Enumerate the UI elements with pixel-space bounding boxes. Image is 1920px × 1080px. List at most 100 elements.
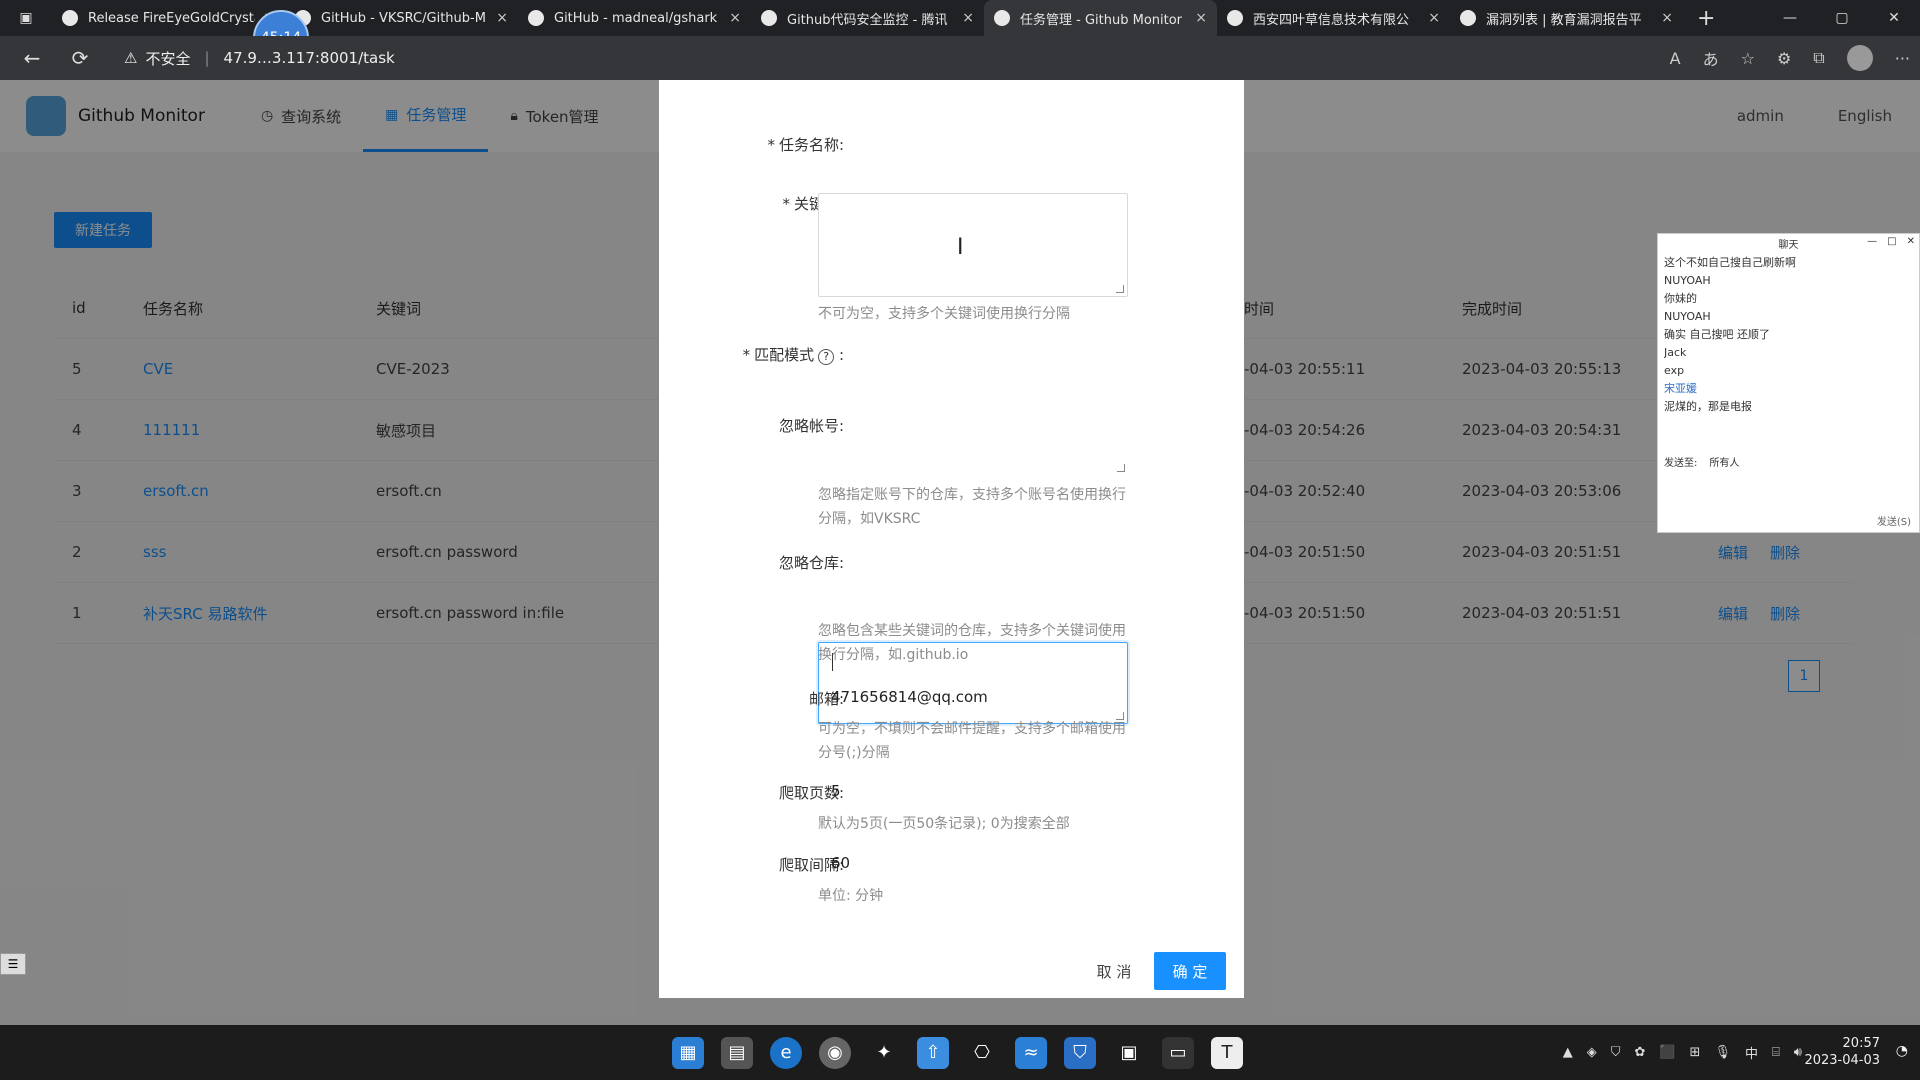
close-window-icon[interactable]: ✕ — [1868, 0, 1920, 36]
tray-icon[interactable]: ✿ — [1634, 1045, 1645, 1060]
app-icon[interactable]: ⇧ — [917, 1036, 949, 1069]
warning-icon: ⚠ — [124, 49, 138, 67]
browser-tab[interactable]: GitHub - VKSRC/Github-M × — [285, 0, 518, 36]
collections-icon[interactable]: ⧉ — [1813, 48, 1824, 68]
chat-titlebar: 聊天 — □ ✕ — [1658, 234, 1919, 252]
app-icon[interactable]: ⎔ — [966, 1037, 998, 1069]
chat-footer: 发送至: 所有人 — [1664, 454, 1739, 469]
browser-tab[interactable]: 漏洞列表 | 教育漏洞报告平 × — [1450, 0, 1683, 36]
tab-title: GitHub - VKSRC/Github-M — [321, 10, 486, 26]
app-icon[interactable]: ▣ — [1113, 1037, 1145, 1069]
microphone-icon[interactable]: 🎙︎ — [1714, 1045, 1731, 1060]
help-question-icon[interactable]: ? — [818, 349, 835, 365]
resize-handle[interactable] — [1116, 285, 1124, 293]
confirm-button[interactable]: 确 定 — [1154, 952, 1226, 990]
tab-close-icon[interactable]: × — [729, 10, 741, 26]
label-text: 任务名称: — [778, 136, 844, 154]
url-field[interactable]: ⚠ 不安全 | 47.9…3.117:8001/task — [124, 48, 395, 69]
volume-icon[interactable]: 🔊︎ — [1794, 1045, 1802, 1060]
back-arrow-icon[interactable]: ← — [8, 36, 56, 80]
required-mark: * — [742, 346, 751, 364]
browser-tab[interactable]: Github代码安全监控 - 腾讯 × — [751, 0, 984, 36]
tab-title: Release FireEyeGoldCrysta — [88, 10, 256, 26]
translate-icon[interactable]: あ — [1703, 46, 1719, 70]
start-icon[interactable]: ▦ — [672, 1036, 704, 1069]
chat-send-button[interactable]: 发送(S) — [1877, 513, 1911, 528]
terminal-icon[interactable]: ▭ — [1162, 1036, 1194, 1069]
security-app-icon[interactable]: ⛉ — [1064, 1036, 1096, 1069]
chrome-browser-icon[interactable]: ◉ — [819, 1036, 851, 1069]
send-to-select[interactable]: 所有人 — [1709, 454, 1739, 469]
tab-close-icon[interactable]: × — [1195, 10, 1207, 26]
file-explorer-icon[interactable]: ▤ — [721, 1036, 753, 1069]
chat-message: 这个不如自己搜自己刷新啊 — [1664, 256, 1796, 269]
text-cursor-icon: I — [957, 235, 964, 260]
resize-handle[interactable] — [1117, 464, 1125, 472]
favicon-icon — [761, 10, 777, 26]
browser-tab[interactable]: GitHub - madneal/gshark × — [518, 0, 751, 36]
clock-date: 2023-04-03 — [1804, 1053, 1880, 1068]
tray-icon[interactable]: ⬛ — [1659, 1045, 1675, 1060]
chat-window: 聊天 — □ ✕ 这个不如自己搜自己刷新啊 NUYOAH 你妹的 NUYOAH 确实 自… — [1657, 233, 1920, 533]
more-menu-icon[interactable]: ··· — [1895, 49, 1910, 68]
maximize-icon[interactable]: □ — [1887, 236, 1896, 247]
url-separator: | — [204, 49, 210, 67]
email-input[interactable]: 471656814@qq.com — [831, 688, 988, 706]
ignore-account-textarea[interactable] — [818, 395, 1128, 475]
tab-title: 漏洞列表 | 教育漏洞报告平 — [1486, 12, 1642, 28]
clock[interactable]: 20:57 2023-04-03 — [1804, 1035, 1880, 1069]
system-tray: ▲ ◈ ⛉ ✿ ⬛ ⊞ 🎙︎ 中 ⌸ 🔊︎ — [1563, 1025, 1802, 1080]
favorite-icon[interactable]: ☆ — [1741, 49, 1755, 68]
pages-help: 默认为5页(一页50条记录); 0为搜索全部 — [818, 816, 1070, 832]
ime-indicator[interactable]: 中 — [1745, 1043, 1758, 1062]
minimize-icon[interactable]: — — [1764, 0, 1816, 36]
keywords-help: 不可为空，支持多个关键词使用换行分隔 — [818, 306, 1070, 322]
chat-message: Jack — [1664, 346, 1687, 359]
read-aloud-icon[interactable]: A — [1670, 49, 1681, 68]
required-mark: * — [767, 136, 775, 154]
tray-icon[interactable]: ⛉ — [1611, 1045, 1621, 1060]
notification-icon[interactable]: ◔ — [1896, 1043, 1908, 1059]
favicon-icon — [1227, 10, 1243, 26]
browser-toolbar: A あ ☆ ⚙ ⧉ ··· — [1670, 36, 1910, 80]
typora-icon[interactable]: T — [1211, 1036, 1243, 1069]
maximize-icon[interactable]: ▢ — [1816, 0, 1868, 36]
new-task-modal: *任务名称: *关键词: 不可为空，支持多个关键词使用换行分隔 *匹配模式? :… — [659, 80, 1244, 998]
close-icon[interactable]: ✕ — [1907, 236, 1915, 247]
pages-input[interactable]: 5 — [831, 782, 841, 800]
app-icon[interactable]: ✦ — [868, 1037, 900, 1069]
chat-message: 你妹的 — [1664, 292, 1697, 305]
chat-message: exp — [1664, 364, 1685, 377]
ignore-repo-help: 忽略包含某些关键词的仓库，支持多个关键词使用换行分隔，如.github.io — [818, 623, 1126, 663]
keywords-textarea[interactable] — [818, 193, 1128, 297]
reload-icon[interactable]: ⟳ — [56, 36, 104, 80]
security-label: 不安全 — [145, 49, 191, 68]
tab-close-icon[interactable]: × — [962, 10, 974, 26]
extensions-icon[interactable]: ⚙ — [1777, 49, 1791, 68]
network-icon[interactable]: ⌸ — [1772, 1045, 1780, 1060]
favicon-icon — [1460, 10, 1476, 26]
tray-icon[interactable]: ⊞ — [1690, 1045, 1701, 1060]
tab-close-icon[interactable]: × — [1661, 10, 1673, 26]
browser-tab[interactable]: 任务管理 - Github Monitor × — [984, 0, 1217, 36]
chat-messages: 这个不如自己搜自己刷新啊 NUYOAH 你妹的 NUYOAH 确实 自己搜吧 还顺了 Ja… — [1658, 252, 1919, 418]
new-tab-button[interactable]: + — [1683, 6, 1729, 31]
chat-message: NUYOAH — [1664, 310, 1711, 323]
browser-tab[interactable]: Release FireEyeGoldCrysta× — [52, 0, 285, 36]
browser-tab[interactable]: 西安四叶草信息技术有限公 × — [1217, 0, 1450, 36]
required-mark: * — [782, 195, 790, 213]
minimize-icon[interactable]: — — [1867, 236, 1877, 247]
tab-close-icon[interactable]: × — [1428, 10, 1440, 26]
favicon-icon — [528, 10, 544, 26]
interval-input[interactable]: 60 — [831, 854, 850, 872]
meeting-app-icon[interactable]: ≈ — [1015, 1036, 1047, 1069]
tab-title: GitHub - madneal/gshark — [554, 10, 718, 26]
tab-actions-icon[interactable]: ▣ — [0, 0, 52, 36]
tab-close-icon[interactable]: × — [496, 10, 508, 26]
cancel-button[interactable]: 取 消 — [1084, 952, 1144, 990]
edge-browser-icon[interactable]: e — [770, 1036, 802, 1069]
profile-avatar[interactable] — [1846, 45, 1873, 71]
side-panel-toggle-icon[interactable]: ☰ — [0, 953, 26, 975]
tray-icon[interactable]: ◈ — [1587, 1045, 1597, 1060]
tray-icon[interactable]: ▲ — [1563, 1045, 1573, 1060]
